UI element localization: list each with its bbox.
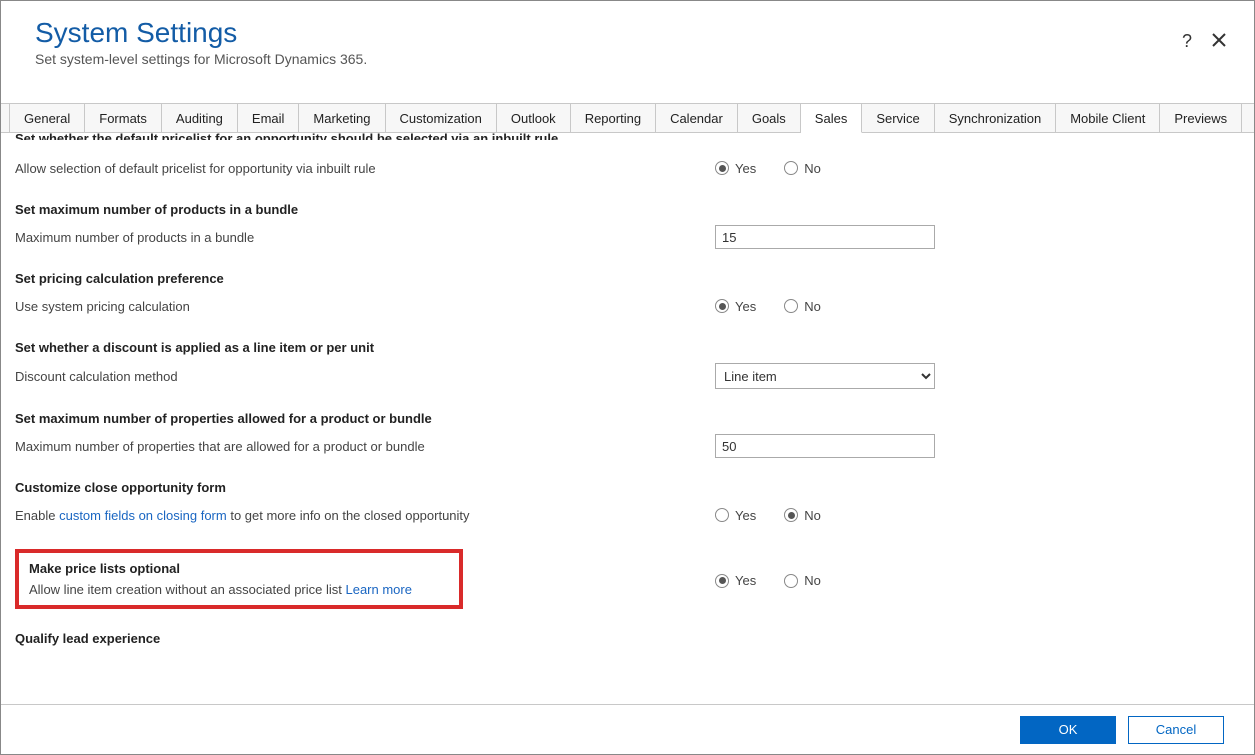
radio-pricelist-optional-no[interactable]: No <box>784 573 821 588</box>
radio-label-no: No <box>804 161 821 176</box>
tab-service[interactable]: Service <box>862 104 934 132</box>
label-default-pricelist: Allow selection of default pricelist for… <box>15 161 715 176</box>
section-title-price-lists-optional: Make price lists optional <box>29 561 449 576</box>
page-title: System Settings <box>35 17 1220 49</box>
tab-sales[interactable]: Sales <box>801 104 863 133</box>
select-discount-method[interactable]: Line item <box>715 363 935 389</box>
radio-pricelist-optional-yes[interactable]: Yes <box>715 573 756 588</box>
input-max-bundle[interactable] <box>715 225 935 249</box>
page-subtitle: Set system-level settings for Microsoft … <box>35 51 1220 67</box>
radio-label-yes: Yes <box>735 573 756 588</box>
radio-default-pricelist-no[interactable]: No <box>784 161 821 176</box>
tab-bar: General Formats Auditing Email Marketing… <box>1 103 1254 133</box>
radio-pricing-yes[interactable]: Yes <box>715 299 756 314</box>
section-title-discount: Set whether a discount is applied as a l… <box>15 340 1240 355</box>
tab-calendar[interactable]: Calendar <box>656 104 738 132</box>
tab-outlook[interactable]: Outlook <box>497 104 571 132</box>
link-custom-fields-closing-form[interactable]: custom fields on closing form <box>59 508 227 523</box>
section-title-close-opportunity: Customize close opportunity form <box>15 480 1240 495</box>
radio-label-no: No <box>804 299 821 314</box>
tab-mobile-client[interactable]: Mobile Client <box>1056 104 1160 132</box>
tab-customization[interactable]: Customization <box>386 104 497 132</box>
tab-goals[interactable]: Goals <box>738 104 801 132</box>
section-title-qualify-lead: Qualify lead experience <box>15 631 1240 646</box>
help-icon[interactable]: ? <box>1182 31 1192 52</box>
label-max-bundle: Maximum number of products in a bundle <box>15 230 715 245</box>
label-max-props: Maximum number of properties that are al… <box>15 439 715 454</box>
label-pricing-pref: Use system pricing calculation <box>15 299 715 314</box>
cancel-button[interactable]: Cancel <box>1128 716 1224 744</box>
link-learn-more[interactable]: Learn more <box>345 582 411 597</box>
tab-reporting[interactable]: Reporting <box>571 104 656 132</box>
tab-formats[interactable]: Formats <box>85 104 162 132</box>
radio-label-no: No <box>804 508 821 523</box>
settings-scroll-area[interactable]: Set whether the default pricelist for an… <box>1 133 1254 704</box>
tab-synchronization[interactable]: Synchronization <box>935 104 1057 132</box>
label-close-opportunity: Enable custom fields on closing form to … <box>15 508 715 523</box>
label-price-lists-optional: Allow line item creation without an asso… <box>29 582 449 597</box>
dialog-footer: OK Cancel <box>1 704 1254 754</box>
tab-auditing[interactable]: Auditing <box>162 104 238 132</box>
tab-previews[interactable]: Previews <box>1160 104 1242 132</box>
radio-label-no: No <box>804 573 821 588</box>
tab-general[interactable]: General <box>9 104 85 132</box>
radio-label-yes: Yes <box>735 508 756 523</box>
section-title-max-bundle: Set maximum number of products in a bund… <box>15 202 1240 217</box>
ok-button[interactable]: OK <box>1020 716 1116 744</box>
radio-label-yes: Yes <box>735 161 756 176</box>
radio-pricing-no[interactable]: No <box>784 299 821 314</box>
input-max-props[interactable] <box>715 434 935 458</box>
label-discount: Discount calculation method <box>15 369 715 384</box>
radio-label-yes: Yes <box>735 299 756 314</box>
section-title-pricing-pref: Set pricing calculation preference <box>15 271 1240 286</box>
close-icon[interactable] <box>1212 31 1226 52</box>
section-title-max-props: Set maximum number of properties allowed… <box>15 411 1240 426</box>
radio-close-opp-no[interactable]: No <box>784 508 821 523</box>
tab-marketing[interactable]: Marketing <box>299 104 385 132</box>
tab-email[interactable]: Email <box>238 104 300 132</box>
radio-close-opp-yes[interactable]: Yes <box>715 508 756 523</box>
radio-default-pricelist-yes[interactable]: Yes <box>715 161 756 176</box>
section-title-default-pricelist: Set whether the default pricelist for an… <box>15 133 1240 140</box>
